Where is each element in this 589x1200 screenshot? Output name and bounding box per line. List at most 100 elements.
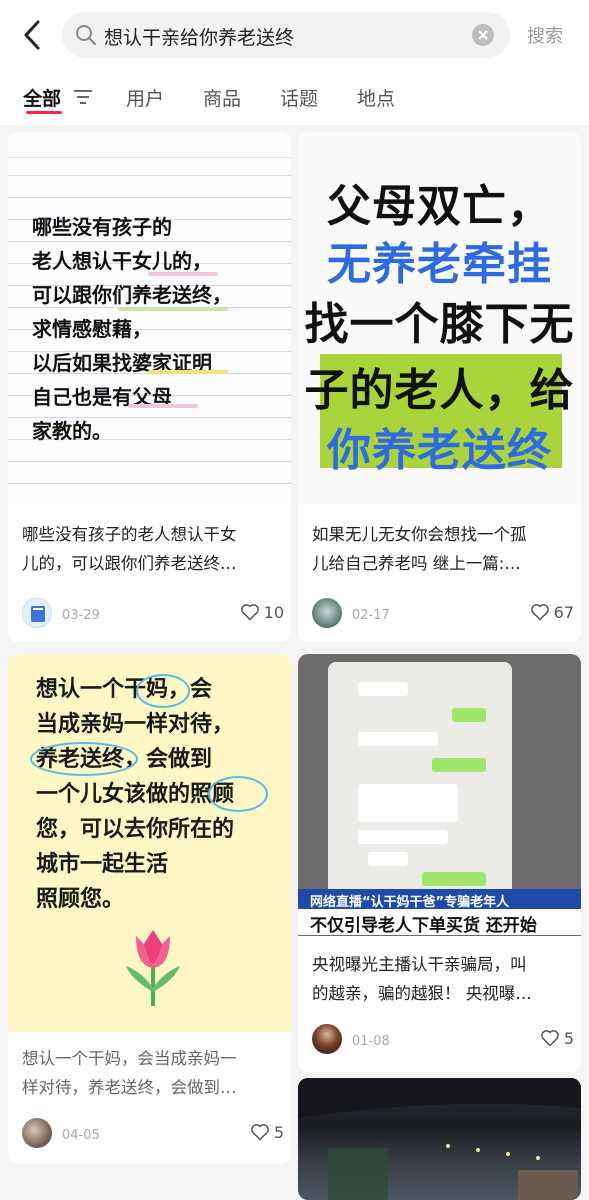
news-banner-text: 不仅引导老人下单买货 还开始 <box>310 916 537 936</box>
heart-icon <box>530 604 549 621</box>
highlight-circle <box>136 674 190 708</box>
like-count: 67 <box>553 602 574 622</box>
post-cover-image: 哪些没有孩子的 老人想认干女儿的， 可以跟你们养老送终， 求情感慰藉， 以后如果… <box>8 132 291 504</box>
title-line: 哪些没有孩子的老人想认干女 <box>22 525 237 544</box>
like-button[interactable]: 67 <box>530 602 574 622</box>
tab-places[interactable]: 地点 <box>357 84 395 111</box>
post-title: 如果无儿无女你会想找一个孤 儿给自己养老吗 继上一篇:… <box>312 520 572 578</box>
active-tab-indicator <box>26 111 62 114</box>
cover-line: 想认一个干妈，会 <box>36 677 213 702</box>
post-cover-image <box>298 1078 581 1200</box>
title-line: 样对待，养老送终，会做到… <box>22 1078 237 1097</box>
post-meta: 03-29 10 <box>22 596 284 630</box>
chat-bubble <box>452 708 486 722</box>
post-meta: 04-05 5 <box>22 1116 284 1150</box>
like-button[interactable]: 10 <box>240 602 284 622</box>
heart-icon <box>250 1124 269 1141</box>
post-cover-image: 父母双亡， 无养老牵挂 找一个膝下无 子的老人，给 你养老送终 <box>298 132 581 504</box>
back-button[interactable] <box>18 18 48 52</box>
post-cover-image: 网络直播“认干妈干爸”专骗老年人 不仅引导老人下单买货 还开始 <box>298 654 581 936</box>
title-line: 儿给自己养老吗 继上一篇:… <box>312 554 521 573</box>
cover-line: 父母双亡， <box>327 181 552 232</box>
tab-products[interactable]: 商品 <box>203 84 241 111</box>
news-banner-top: 网络直播“认干妈干爸”专骗老年人 <box>298 889 581 910</box>
cover-text: 想认一个干妈，会 当成亲妈一样对待， 养老送终，会做到 一个儿女该做的照顾 您，… <box>36 672 234 917</box>
night-street-photo <box>298 1078 581 1200</box>
post-card[interactable] <box>298 1078 581 1200</box>
cover-line: 子的老人，给 <box>304 365 575 416</box>
search-submit-button[interactable]: 搜索 <box>527 22 563 48</box>
avatar[interactable] <box>312 598 342 628</box>
notebook-header <box>8 132 291 158</box>
highlight-mark <box>148 370 228 374</box>
avatar[interactable] <box>22 1118 52 1148</box>
search-icon <box>76 25 96 45</box>
title-line: 儿的，可以跟你们养老送终… <box>22 554 237 573</box>
cover-line: 家教的。 <box>32 419 112 443</box>
chat-bubble <box>422 872 486 886</box>
avatar[interactable] <box>22 598 52 628</box>
post-meta: 02-17 67 <box>312 596 574 630</box>
filter-icon[interactable] <box>73 88 93 106</box>
search-query: 想认干亲给你养老送终 <box>104 27 295 49</box>
top-bar: 想认干亲给你养老送终 搜索 全部 用户 商品 话题 地点 <box>0 0 589 125</box>
news-banner-text: 网络直播“认干妈干爸”专骗老年人 <box>310 895 510 910</box>
post-card[interactable]: 想认一个干妈，会 当成亲妈一样对待， 养老送终，会做到 一个儿女该做的照顾 您，… <box>8 654 291 1164</box>
cover-text: 哪些没有孩子的 老人想认干女儿的， 可以跟你们养老送终， 求情感慰藉， 以后如果… <box>32 210 232 448</box>
title-line: 的越亲，骗的越狠！ 央视曝… <box>312 984 532 1003</box>
post-date: 02-17 <box>352 608 390 623</box>
cover-line: 求情感慰藉， <box>32 317 152 341</box>
cover-line: 自己也是有父母 <box>32 385 172 409</box>
close-icon <box>478 30 488 40</box>
news-banner-bottom: 不仅引导老人下单买货 还开始 <box>298 909 581 936</box>
heart-icon <box>240 604 259 621</box>
clear-button[interactable] <box>472 24 494 46</box>
cover-line: 一个儿女该做的照顾 <box>36 782 235 807</box>
highlight-mark <box>128 404 198 408</box>
highlight-circle <box>208 776 268 812</box>
title-line: 如果无儿无女你会想找一个孤 <box>312 525 527 544</box>
highlight-mark <box>148 272 218 276</box>
post-date: 03-29 <box>62 608 100 623</box>
chat-bubble <box>358 784 458 822</box>
like-count: 5 <box>563 1028 574 1048</box>
post-card[interactable]: 网络直播“认干妈干爸”专骗老年人 不仅引导老人下单买货 还开始 央视曝光主播认干… <box>298 654 581 1072</box>
post-title: 想认一个干妈，会当成亲妈一 样对待，养老送终，会做到… <box>22 1044 282 1102</box>
cover-line: 无养老牵挂 <box>327 239 552 290</box>
tulip-icon <box>126 930 180 1006</box>
book-icon <box>31 606 45 622</box>
search-input[interactable]: 想认干亲给你养老送终 <box>62 12 510 58</box>
cover-line: 照顾您。 <box>36 887 125 912</box>
chat-bubble <box>358 830 448 844</box>
tab-users[interactable]: 用户 <box>126 84 164 111</box>
cover-line: 找一个膝下无 <box>304 299 575 350</box>
like-button[interactable]: 5 <box>540 1028 574 1048</box>
avatar[interactable] <box>312 1024 342 1054</box>
like-button[interactable]: 5 <box>250 1122 284 1142</box>
chat-bubble <box>358 682 408 696</box>
cover-line: 当成亲妈一样对待， <box>36 712 235 737</box>
title-line: 想认一个干妈，会当成亲妈一 <box>22 1049 237 1068</box>
post-title: 央视曝光主播认干亲骗局，叫 的越亲，骗的越狠！ 央视曝… <box>312 950 572 1008</box>
tab-bar: 全部 用户 商品 话题 地点 <box>0 78 589 118</box>
cover-line: 你养老送终 <box>327 425 552 476</box>
phone-screen <box>328 662 512 910</box>
cover-line: 哪些没有孩子的 <box>32 215 172 239</box>
tab-all[interactable]: 全部 <box>23 84 61 111</box>
post-title: 哪些没有孩子的老人想认干女 儿的，可以跟你们养老送终… <box>22 520 282 578</box>
post-date: 01-08 <box>352 1034 390 1049</box>
like-count: 5 <box>273 1122 284 1142</box>
post-card[interactable]: 父母双亡， 无养老牵挂 找一个膝下无 子的老人，给 你养老送终 如果无儿无女你会… <box>298 132 581 642</box>
heart-icon <box>540 1030 559 1047</box>
tab-topics[interactable]: 话题 <box>280 84 318 111</box>
post-cover-image: 想认一个干妈，会 当成亲妈一样对待， 养老送终，会做到 一个儿女该做的照顾 您，… <box>8 654 291 1032</box>
highlight-mark <box>118 307 228 311</box>
post-date: 04-05 <box>62 1128 100 1143</box>
chat-bubble <box>358 732 438 746</box>
post-card[interactable]: 哪些没有孩子的 老人想认干女儿的， 可以跟你们养老送终， 求情感慰藉， 以后如果… <box>8 132 291 642</box>
cover-line: 您，可以去你所在的 <box>36 817 235 842</box>
like-count: 10 <box>263 602 284 622</box>
chat-bubble <box>432 758 486 772</box>
cover-line: 城市一起生活 <box>36 852 169 877</box>
title-line: 央视曝光主播认干亲骗局，叫 <box>312 955 527 974</box>
